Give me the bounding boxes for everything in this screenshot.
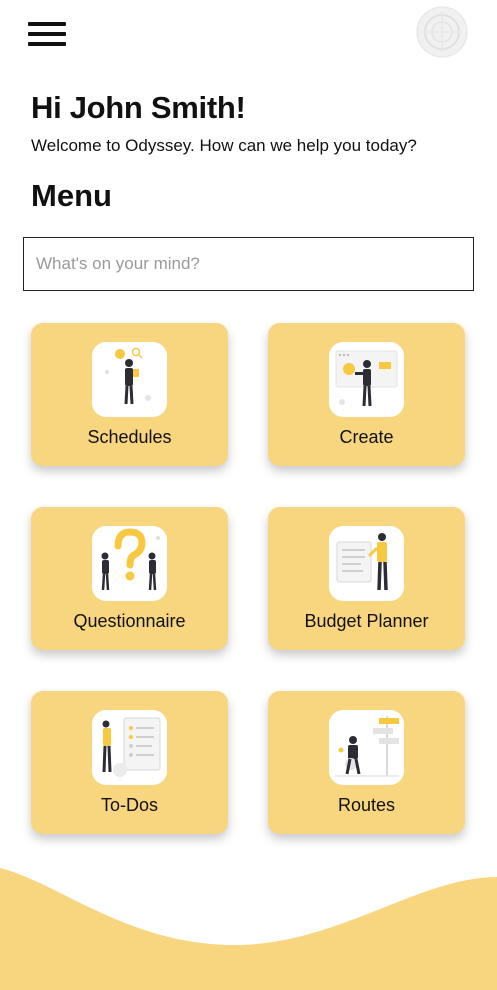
card-routes[interactable]: Routes (268, 691, 465, 834)
card-label: Questionnaire (73, 611, 186, 631)
schedules-illustration-icon (92, 342, 167, 417)
card-questionnaire[interactable]: Questionnaire (31, 507, 228, 650)
card-todos[interactable]: To-Dos (31, 691, 228, 834)
card-create[interactable]: Create (268, 323, 465, 466)
card-label: Schedules (87, 427, 172, 447)
menu-bar (28, 42, 66, 46)
hamburger-menu-icon[interactable] (28, 22, 66, 48)
card-label: To-Dos (100, 795, 158, 815)
routes-illustration-icon (329, 710, 404, 785)
decorative-wave (0, 868, 497, 990)
card-label: Create (339, 427, 394, 447)
todos-illustration-icon (92, 710, 167, 785)
questionnaire-illustration-icon (92, 526, 167, 601)
card-label: Budget Planner (304, 611, 429, 631)
search-input[interactable] (23, 237, 474, 291)
card-budget-planner[interactable]: Budget Planner (268, 507, 465, 650)
menu-bar (28, 22, 66, 26)
greeting-title: Hi John Smith! (31, 90, 246, 125)
create-illustration-icon (329, 342, 404, 417)
budget-planner-illustration-icon (329, 526, 404, 601)
card-schedules[interactable]: Schedules (31, 323, 228, 466)
profile-avatar-icon[interactable] (416, 6, 468, 58)
welcome-message: Welcome to Odyssey. How can we help you … (31, 136, 417, 155)
card-label: Routes (337, 795, 396, 815)
menu-heading: Menu (31, 178, 112, 213)
menu-bar (28, 32, 66, 36)
